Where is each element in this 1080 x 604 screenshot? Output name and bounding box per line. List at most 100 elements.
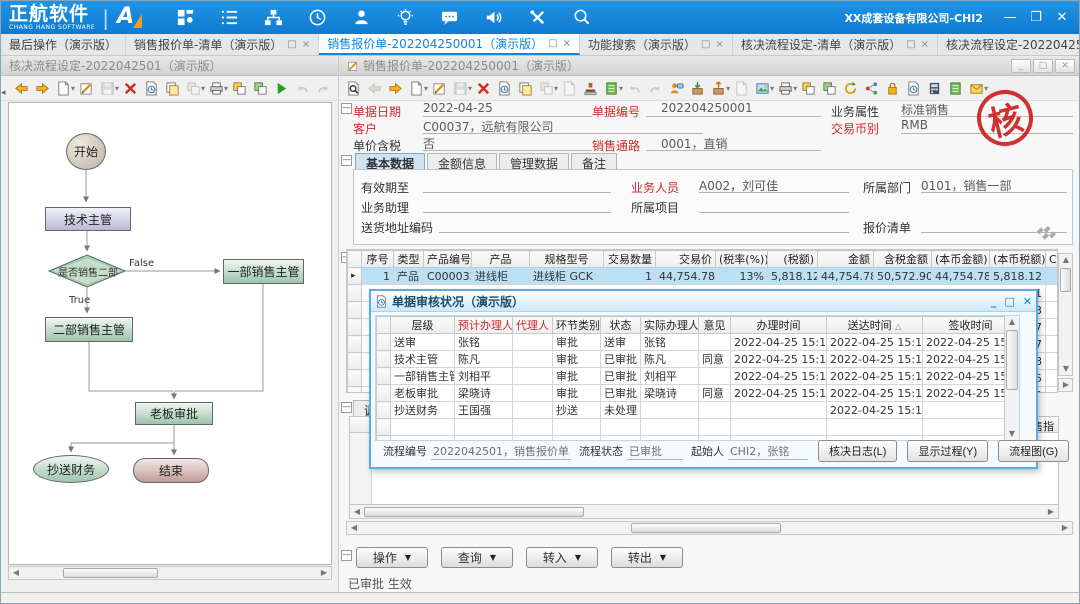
delete-icon[interactable] [120, 78, 141, 98]
approval-row[interactable]: 抄送财务王国强 抄送未处理 2022-04-25 15:14:21 [377, 402, 1019, 419]
tab-close-icon[interactable]: × [715, 39, 723, 50]
approve-stamp-icon[interactable] [580, 78, 601, 98]
link-next-icon[interactable] [819, 78, 840, 98]
back-icon[interactable] [11, 78, 32, 98]
share-icon[interactable] [861, 78, 882, 98]
redo-icon[interactable] [313, 78, 334, 98]
action-button-transfer-out[interactable]: 转出▼ [611, 547, 683, 568]
forward-icon[interactable] [32, 78, 53, 98]
attach-icon[interactable] [183, 78, 204, 98]
search-doc-icon[interactable] [343, 78, 364, 98]
refresh-doc-icon[interactable] [141, 78, 162, 98]
approval-grid-header[interactable]: 层级 预计办理人 代理人 环节类别 状态 实际办理人 意见 办理时间 送达时间 … [377, 317, 1019, 334]
department-field[interactable]: 0101，销售一部 [921, 177, 1067, 193]
refresh-icon[interactable] [840, 78, 861, 98]
flow-node-cc-finance[interactable]: 抄送财务 [33, 455, 109, 483]
tab-quote-document[interactable]: 销售报价单-202204250001（演示版）□× [319, 34, 580, 55]
sort-asc-icon[interactable]: △ [895, 322, 901, 331]
product-grid-header[interactable]: 序号类型 产品编号产品 规格型号交易数量 交易价(税率(%)) (税额)金额 含… [348, 251, 1059, 268]
tab-close-icon[interactable]: × [302, 39, 310, 50]
valid-until-field[interactable] [423, 177, 611, 193]
approval-row[interactable]: 技术主管陈凡 审批已审批陈凡 同意2022-04-25 15:13:152022… [377, 351, 1019, 368]
flow-node-start[interactable]: 开始 [66, 133, 106, 170]
scroll-up-icon[interactable]: ▲ [1005, 316, 1019, 328]
flow-node-dept1-sales[interactable]: 一部销售主管 [223, 259, 304, 284]
minimize-button[interactable]: — [997, 8, 1023, 28]
forward-icon[interactable] [385, 78, 406, 98]
tab-restore-icon[interactable]: □ [548, 38, 557, 49]
scroll-thumb[interactable] [1060, 268, 1071, 292]
tab-last-operation[interactable]: 最后操作（演示版） [1, 34, 126, 55]
maximize-button[interactable]: ❐ [1023, 8, 1049, 28]
history-icon[interactable] [903, 78, 924, 98]
save-icon[interactable] [450, 78, 471, 98]
salesperson-field[interactable]: A002，刘可佳 [699, 177, 849, 193]
tab-close-icon[interactable]: × [563, 38, 571, 49]
edit-icon[interactable] [429, 78, 450, 98]
action-button-query[interactable]: 查询▼ [441, 547, 513, 568]
panel-splitter[interactable]: ◂ [1, 84, 7, 102]
flow-node-end[interactable]: 结束 [133, 458, 209, 483]
dialog-vscrollbar[interactable]: ▲ ▼ [1004, 316, 1019, 440]
tab-function-search[interactable]: 功能搜索（演示版）□× [580, 34, 733, 55]
approval-row[interactable]: 老板审批梁晓诗 审批已审批梁晓诗 同意2022-04-25 15:14:2120… [377, 385, 1019, 402]
tab-restore-icon[interactable]: □ [906, 39, 915, 50]
person-message-icon[interactable] [666, 78, 687, 98]
show-process-button[interactable]: 显示过程(Y) [907, 440, 988, 462]
back-icon[interactable] [364, 78, 385, 98]
idea-bulb-icon[interactable] [384, 5, 428, 31]
link-prev-icon[interactable] [798, 78, 819, 98]
redo-icon[interactable] [645, 78, 666, 98]
tab-restore-icon[interactable]: □ [287, 39, 296, 50]
collapse-header-icon[interactable]: — [341, 103, 352, 114]
scroll-left-icon[interactable]: ◀ [350, 506, 364, 518]
delete-icon[interactable] [473, 78, 494, 98]
tab-approval-flow-document[interactable]: 核决流程设定-2022042501（演示版）□× [938, 34, 1080, 55]
dialog-restore-icon[interactable]: □ [1004, 295, 1014, 308]
lower-grid-hscrollbar[interactable]: ◀ ▶ [350, 504, 1058, 518]
lock-icon[interactable] [882, 78, 903, 98]
dialog-close-icon[interactable]: ✕ [1023, 295, 1032, 308]
scroll-down-icon[interactable]: ▼ [1059, 363, 1073, 375]
refresh-doc-icon[interactable] [494, 78, 515, 98]
approval-row[interactable]: 一部销售主管刘相平 审批已审批刘相平 2022-04-25 15:13:3920… [377, 368, 1019, 385]
child-close-icon[interactable]: ✕ [1055, 59, 1075, 73]
product-row-selected[interactable]: ▸ 1产品 C000033进线柜 进线柜 GCK1 44,754.7813% 5… [348, 268, 1059, 285]
action-button-operate[interactable]: 操作▼ [356, 547, 428, 568]
scroll-right-icon[interactable]: ▶ [317, 567, 331, 579]
save-icon[interactable] [97, 78, 118, 98]
announce-speaker-icon[interactable] [472, 5, 516, 31]
scroll-right-icon[interactable]: ▶ [1059, 379, 1073, 391]
link-next-icon[interactable] [250, 78, 271, 98]
verify-doc-icon[interactable] [731, 78, 752, 98]
send-doc-icon[interactable] [559, 78, 580, 98]
approval-row[interactable]: 送审张铭 审批送审张铭 2022-04-25 15:12:342022-04-2… [377, 334, 1019, 351]
product-grid-vscrollbar[interactable]: ▲ ▼ [1058, 253, 1073, 376]
collapse-actions-icon[interactable]: — [341, 550, 352, 561]
product-grid-hscroll-corner[interactable]: ▶ [1058, 378, 1073, 392]
tab-quote-list[interactable]: 销售报价单-清单（演示版）□× [126, 34, 319, 55]
tab-close-icon[interactable]: × [921, 39, 929, 50]
doc-no-field[interactable]: 202204250001 [661, 101, 821, 117]
collapse-lower-icon[interactable]: — [341, 402, 352, 413]
customer-field[interactable]: C00037，远航有限公司 [423, 118, 703, 134]
copy-icon[interactable] [515, 78, 536, 98]
panel-hscrollbar[interactable]: ◀ ▶ [346, 521, 1073, 535]
tab-approval-flow-list[interactable]: 核决流程设定-清单（演示版）□× [733, 34, 938, 55]
undo-icon[interactable] [292, 78, 313, 98]
scroll-right-icon[interactable]: ▶ [1058, 522, 1072, 534]
org-chart-icon[interactable] [252, 5, 296, 31]
dialog-title-bar[interactable]: 单据审核状况（演示版） _ □ ✕ [371, 291, 1036, 312]
tools-icon[interactable] [516, 5, 560, 31]
action-button-transfer-in[interactable]: 转入▼ [526, 547, 598, 568]
sales-channel-field[interactable]: 0001，直销 [661, 135, 821, 151]
project-field[interactable] [699, 197, 849, 213]
flowchart-canvas[interactable]: 开始 技术主管 是否销售二部 False True 一部销售主管 二部销售主管 … [8, 102, 332, 565]
user-icon[interactable] [340, 5, 384, 31]
assistant-field[interactable] [423, 197, 611, 213]
approval-log-button[interactable]: 核决日志(L) [818, 440, 897, 462]
flow-node-boss-approve[interactable]: 老板审批 [135, 402, 213, 425]
scroll-up-icon[interactable]: ▲ [1059, 254, 1073, 266]
link-prev-icon[interactable] [229, 78, 250, 98]
flow-canvas-hscrollbar[interactable]: ◀ ▶ [8, 566, 332, 580]
